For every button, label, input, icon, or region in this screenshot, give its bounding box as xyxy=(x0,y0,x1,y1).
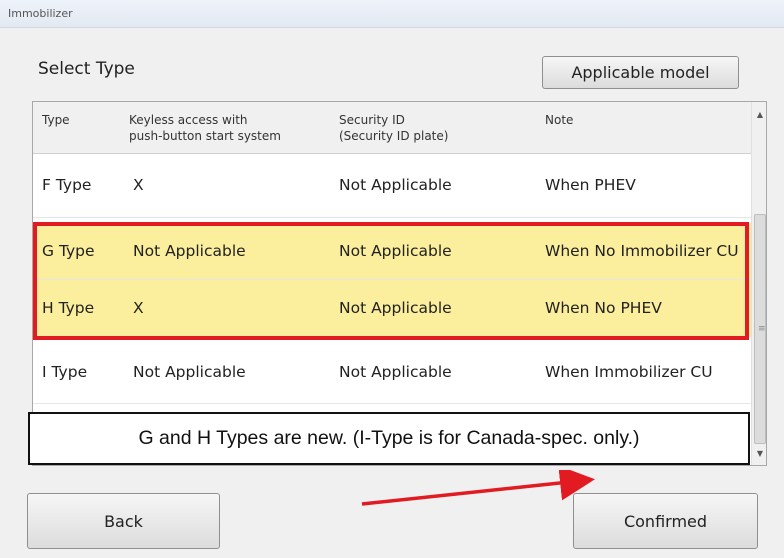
cell-note: When PHEV xyxy=(545,176,636,194)
table-row[interactable]: I Type Not Applicable Not Applicable Whe… xyxy=(33,342,751,404)
cell-type: I Type xyxy=(42,363,88,381)
red-arrow-icon xyxy=(361,470,595,506)
header-keyless-line1: Keyless access with xyxy=(129,113,248,127)
cell-security-id: Not Applicable xyxy=(339,176,452,194)
header-security-id: Security ID (Security ID plate) xyxy=(339,112,448,144)
section-title: Select Type xyxy=(38,59,135,79)
scrollbar-thumb[interactable]: ≡ xyxy=(754,214,766,444)
cell-note: When Immobilizer CU xyxy=(545,363,713,381)
grip-icon: ≡ xyxy=(758,324,766,334)
header-security-line1: Security ID xyxy=(339,113,405,127)
confirmed-button[interactable]: Confirmed xyxy=(573,493,758,549)
back-button[interactable]: Back xyxy=(27,493,220,549)
new-types-highlight-outline xyxy=(33,222,749,340)
cell-keyless: Not Applicable xyxy=(133,363,246,381)
header-type: Type xyxy=(42,113,70,127)
table-header: Type Keyless access with push-button sta… xyxy=(33,102,751,154)
header-security-line2: (Security ID plate) xyxy=(339,129,449,143)
cell-security-id: Not Applicable xyxy=(339,363,452,381)
window-title: Immobilizer xyxy=(8,7,73,20)
title-bar: Immobilizer xyxy=(0,0,784,28)
immobilizer-window: Immobilizer Select Type Applicable model… xyxy=(0,0,784,558)
cell-keyless: X xyxy=(133,176,144,194)
header-keyless-line2: push-button start system xyxy=(129,129,281,143)
scroll-down-arrow-icon[interactable]: ▼ xyxy=(752,445,766,461)
header-note: Note xyxy=(545,113,574,127)
annotation-callout: G and H Types are new. (I-Type is for Ca… xyxy=(28,412,750,465)
table-scrollbar[interactable]: ▲ ≡ ▼ xyxy=(751,102,766,465)
header-keyless: Keyless access with push-button start sy… xyxy=(129,112,281,144)
scroll-up-arrow-icon[interactable]: ▲ xyxy=(752,106,766,122)
applicable-model-button[interactable]: Applicable model xyxy=(542,56,739,89)
cell-type: F Type xyxy=(42,176,92,194)
table-row[interactable]: F Type X Not Applicable When PHEV xyxy=(33,154,751,218)
